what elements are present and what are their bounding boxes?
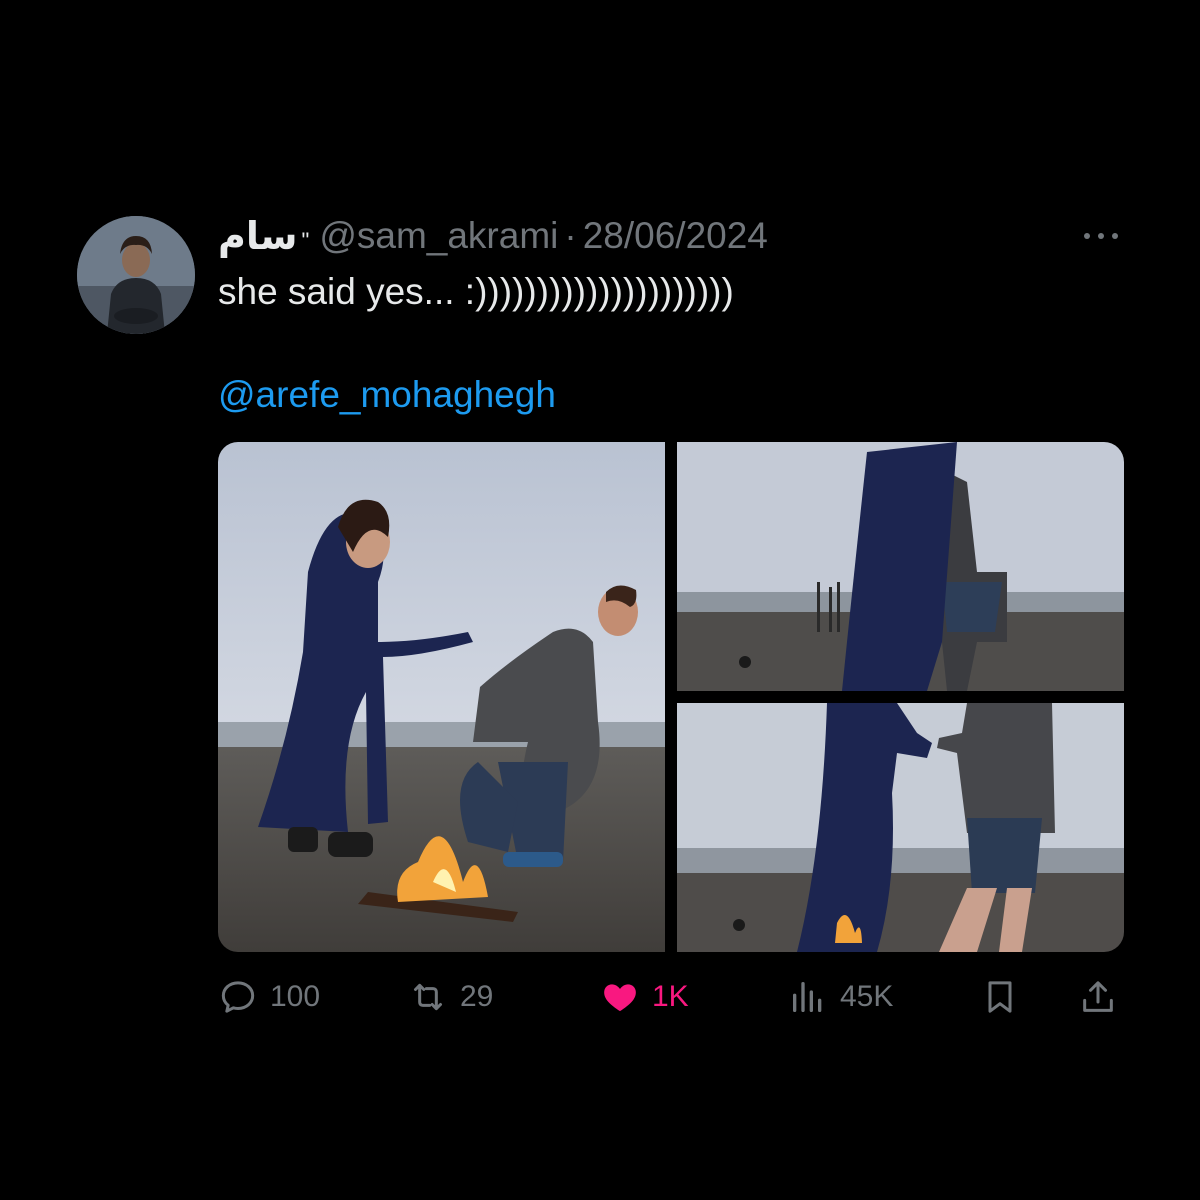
retweet-button[interactable]: 29 bbox=[408, 970, 493, 1024]
separator-dot: · bbox=[564, 215, 577, 256]
more-icon[interactable] bbox=[1076, 222, 1126, 250]
tweet-date[interactable]: 28/06/2024 bbox=[583, 215, 768, 257]
tweet: سام " @sam_akrami · 28/06/2024 she said … bbox=[0, 0, 1200, 1200]
like-count: 1K bbox=[652, 980, 689, 1013]
display-name[interactable]: سام bbox=[218, 214, 298, 258]
share-button[interactable] bbox=[1078, 970, 1118, 1024]
share-icon bbox=[1083, 981, 1113, 1012]
like-button[interactable]: 1K bbox=[600, 970, 689, 1024]
media-grid bbox=[218, 442, 1124, 952]
photo-hug[interactable] bbox=[677, 442, 1124, 691]
tweet-text: she said yes... :))))))))))))))))))))) bbox=[218, 271, 734, 312]
avatar[interactable] bbox=[77, 216, 195, 334]
photo-proposal[interactable] bbox=[218, 442, 665, 952]
bookmark-icon bbox=[988, 981, 1012, 1013]
name-quote-mark: " bbox=[301, 228, 310, 253]
like-icon bbox=[604, 984, 636, 1012]
reply-count: 100 bbox=[270, 980, 321, 1013]
retweet-icon bbox=[414, 983, 442, 1011]
tweet-header: سام " @sam_akrami · 28/06/2024 bbox=[218, 212, 768, 260]
views-count: 45K bbox=[840, 980, 894, 1013]
bookmark-button[interactable] bbox=[980, 970, 1020, 1024]
action-bar: 100 29 1K 45K bbox=[218, 970, 1128, 1024]
reply-button[interactable]: 100 bbox=[218, 970, 320, 1024]
photo-ring[interactable] bbox=[677, 703, 1124, 952]
user-handle[interactable]: @sam_akrami bbox=[319, 215, 558, 257]
retweet-count: 29 bbox=[460, 980, 494, 1013]
views-icon bbox=[793, 982, 822, 1012]
mention-link[interactable]: @arefe_mohaghegh bbox=[218, 374, 556, 416]
views-button[interactable]: 45K bbox=[788, 970, 893, 1024]
reply-icon bbox=[221, 981, 255, 1013]
